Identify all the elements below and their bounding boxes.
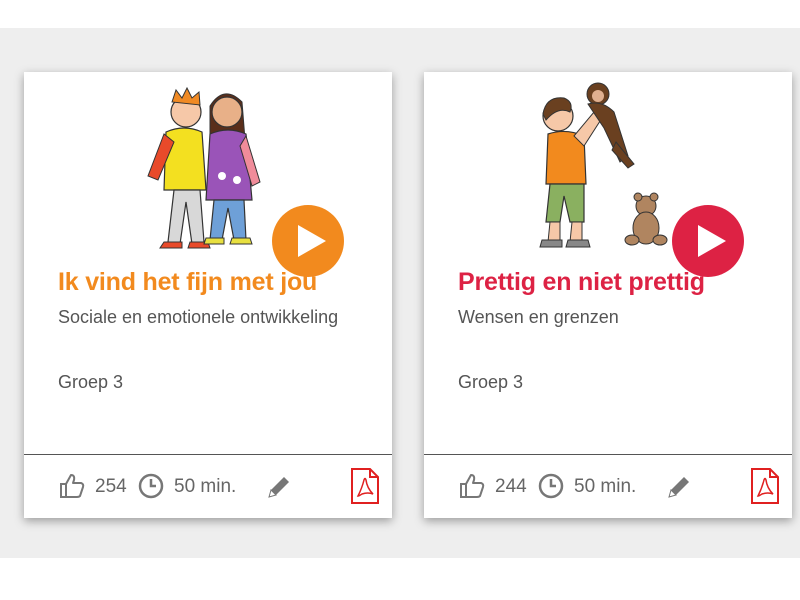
lesson-group: Groep 3 — [458, 372, 524, 392]
lesson-group: Groep 3 — [58, 372, 124, 392]
clock-icon — [538, 473, 564, 499]
play-button[interactable] — [672, 205, 744, 277]
pdf-icon[interactable] — [750, 468, 780, 504]
lesson-card[interactable]: Prettig en niet prettig Wensen en grenze… — [424, 72, 792, 518]
pdf-icon[interactable] — [350, 468, 380, 504]
lesson-subtitle: Sociale en emotionele ontwikkeling — [58, 307, 339, 327]
lesson-title[interactable]: Prettig en niet prettig — [458, 268, 705, 297]
lesson-card[interactable]: Ik vind het fijn met jou Sociale en emot… — [24, 72, 392, 518]
play-button[interactable] — [272, 205, 344, 277]
like-count: 254 — [95, 476, 127, 497]
play-icon — [672, 205, 744, 277]
pencil-icon[interactable] — [264, 472, 294, 502]
pencil-icon[interactable] — [664, 472, 694, 502]
thumbs-up-icon[interactable] — [458, 472, 486, 500]
play-icon — [272, 205, 344, 277]
card-footer: 254 50 min. — [24, 455, 392, 518]
child-figure — [539, 97, 603, 248]
lesson-title[interactable]: Ik vind het fijn met jou — [58, 268, 317, 297]
boy-figure — [147, 86, 211, 249]
girl-figure — [203, 93, 261, 245]
lesson-duration: 50 min. — [574, 476, 637, 497]
thumbs-up-icon[interactable] — [58, 472, 86, 500]
teddy-bear-figure — [624, 192, 668, 246]
lesson-duration: 50 min. — [174, 476, 237, 497]
card-footer: 244 50 min. — [424, 455, 792, 518]
clock-icon — [138, 473, 164, 499]
lesson-subtitle: Wensen en grenzen — [458, 307, 619, 327]
like-count: 244 — [495, 476, 527, 497]
